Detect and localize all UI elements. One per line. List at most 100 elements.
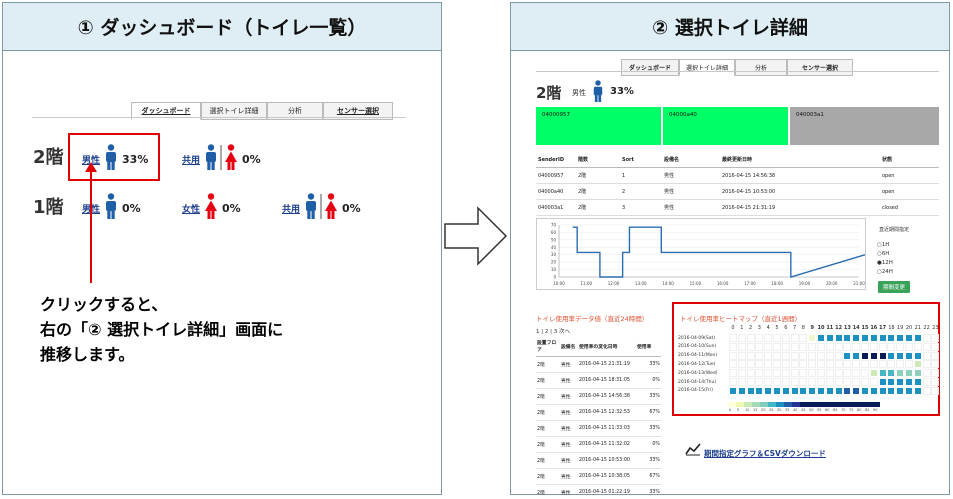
heatmap-cell bbox=[843, 378, 852, 386]
heatmap-legend-swatch bbox=[760, 402, 768, 407]
heatmap-legend-swatch bbox=[728, 402, 736, 407]
heatmap-cell bbox=[755, 334, 764, 342]
table-cell: 2階 bbox=[536, 388, 560, 405]
heatmap-hour-label: 11 bbox=[826, 325, 834, 331]
heatmap-hour-label: 9 bbox=[810, 325, 814, 331]
room-2f-shared[interactable]: 共用 0% bbox=[182, 144, 261, 174]
table-row: 2階 男性 2016-04-15 01:22:19 33% bbox=[536, 484, 661, 499]
heatmap-legend-label: 15 bbox=[753, 408, 758, 412]
table-cell: 2016-04-15 01:22:19 bbox=[578, 484, 636, 499]
heatmap-cell bbox=[834, 342, 843, 351]
x-tick-label: 13:00 bbox=[635, 281, 647, 286]
table-cell: 1 bbox=[620, 167, 662, 184]
room-name[interactable]: 共用 bbox=[182, 153, 200, 166]
y-tick-label: 50 bbox=[551, 237, 557, 242]
heatmap-cell bbox=[729, 378, 737, 386]
heatmap-cell bbox=[790, 369, 799, 378]
heatmap-cell bbox=[931, 386, 940, 395]
tab-dashboard[interactable]: ダッシュボード bbox=[621, 59, 679, 76]
heatmap-cell bbox=[834, 369, 843, 378]
period-option-1h[interactable]: ○1H bbox=[877, 242, 889, 248]
history-pager[interactable]: 1 | 2 | 3 次へ bbox=[536, 327, 570, 335]
sensor-status-block[interactable]: 04000957 bbox=[536, 107, 661, 145]
heatmap-cell bbox=[887, 360, 896, 369]
table-cell: 040003a1 bbox=[536, 199, 576, 216]
table-cell: 2016-04-15 21:31:19 bbox=[578, 356, 636, 373]
heatmap-cell bbox=[773, 369, 781, 378]
heatmap-legend-swatch bbox=[800, 402, 808, 407]
column-header: 状態 bbox=[880, 152, 939, 168]
heatmap-cell bbox=[878, 369, 887, 378]
tab-selected-toilet-detail[interactable]: 選択トイレ詳細 bbox=[679, 59, 735, 76]
heatmap-cell bbox=[737, 334, 746, 342]
heatmap-legend-label: 0 bbox=[729, 408, 732, 412]
room-1f-female[interactable]: 女性 0% bbox=[182, 193, 241, 223]
chart-line-icon bbox=[685, 443, 701, 456]
heatmap-cell bbox=[878, 360, 887, 369]
table-header-row: SenderID 階数 Sort 設備名 最終更新日時 状態 bbox=[536, 152, 939, 168]
table-row: 2階 男性 2016-04-15 10:53:00 33% bbox=[536, 452, 661, 469]
heatmap-legend-swatch bbox=[792, 402, 800, 407]
tab-analysis[interactable]: 分析 bbox=[735, 59, 787, 76]
table-cell: 男性 bbox=[662, 167, 720, 184]
period-change-button[interactable]: 期間変更 bbox=[878, 281, 910, 293]
heatmap-cell bbox=[773, 386, 781, 395]
heatmap-cell bbox=[755, 351, 764, 360]
room-name[interactable]: 共用 bbox=[282, 202, 300, 215]
heatmap-cell bbox=[852, 334, 861, 342]
heatmap-legend-swatch bbox=[752, 402, 760, 407]
table-cell: 67% bbox=[636, 404, 661, 421]
sensor-id: 04000a40 bbox=[669, 112, 697, 118]
heatmap-cell bbox=[773, 342, 781, 351]
heatmap-cell bbox=[737, 378, 746, 386]
heatmap-cell bbox=[887, 342, 896, 351]
heatmap-day-label: 2016-04-11(Mon) bbox=[678, 353, 718, 359]
heatmap-cell bbox=[808, 342, 817, 351]
heatmap-cell bbox=[931, 360, 940, 369]
heatmap-cell bbox=[905, 369, 913, 378]
heatmap-hour-label: 13 bbox=[843, 325, 851, 331]
table-cell: 男性 bbox=[560, 388, 578, 405]
room-1f-shared[interactable]: 共用 0% bbox=[282, 193, 361, 223]
dashboard-panel: ① ダッシュボード（トイレ一覧） bbox=[2, 2, 442, 495]
heatmap-cell bbox=[817, 360, 825, 369]
female-icon bbox=[204, 193, 218, 223]
heatmap-cell bbox=[896, 386, 905, 395]
table-cell: 2016-04-15 11:32:02 bbox=[578, 436, 636, 453]
tab-sensor-select[interactable]: センサー選択 bbox=[787, 59, 853, 76]
usage-line-chart: 0 10 20 30 40 50 60 70 10:00 11:00 12:00 13:00 14:00… bbox=[536, 218, 873, 290]
caption-line: 推移します。 bbox=[40, 345, 135, 364]
table-row: 2階 男性 2016-04-15 18:31:05 0% bbox=[536, 372, 661, 389]
table-cell: 2016-04-15 12:32:53 bbox=[578, 404, 636, 421]
heatmap-cell bbox=[729, 342, 737, 351]
heatmap-cell bbox=[764, 360, 773, 369]
sensor-status-block[interactable]: 040003a1 bbox=[790, 107, 939, 145]
heatmap-hour-label: 17 bbox=[879, 325, 887, 331]
heatmap-cell bbox=[869, 360, 878, 369]
heatmap-cell bbox=[817, 386, 825, 395]
table-cell: 04000957 bbox=[536, 167, 576, 184]
csv-download-link[interactable]: 期間指定グラフ＆CSVダウンロード bbox=[704, 448, 826, 459]
sensor-status-block[interactable]: 04000a40 bbox=[663, 107, 788, 145]
x-tick-label: 15:00 bbox=[690, 281, 702, 286]
heatmap-cell bbox=[913, 369, 922, 378]
heatmap-hour-label: 19 bbox=[897, 325, 904, 331]
period-option-24h[interactable]: ○24H bbox=[877, 269, 893, 275]
y-tick-label: 60 bbox=[551, 230, 557, 235]
period-option-label: 1H bbox=[881, 242, 890, 248]
heatmap-cell bbox=[781, 351, 790, 360]
table-cell: 2階 bbox=[536, 452, 560, 469]
heatmap-legend-label: 70 bbox=[841, 408, 846, 412]
heatmap-legend-label: 65 bbox=[833, 408, 838, 412]
heatmap-cell bbox=[790, 378, 799, 386]
room-name[interactable]: 女性 bbox=[182, 202, 200, 215]
period-option-12h[interactable]: ●12H bbox=[877, 260, 893, 266]
period-option-6h[interactable]: ○6H bbox=[877, 251, 889, 257]
heatmap-cell bbox=[825, 360, 834, 369]
heatmap-legend-label: 60 bbox=[825, 408, 830, 412]
heatmap-cell bbox=[737, 386, 746, 395]
heatmap-cell bbox=[746, 334, 755, 342]
y-tick-label: 20 bbox=[551, 260, 557, 265]
heatmap-cell bbox=[834, 351, 843, 360]
table-header-row: 設置フロア 設備名 使用率の変化日時 使用率 bbox=[536, 336, 661, 357]
